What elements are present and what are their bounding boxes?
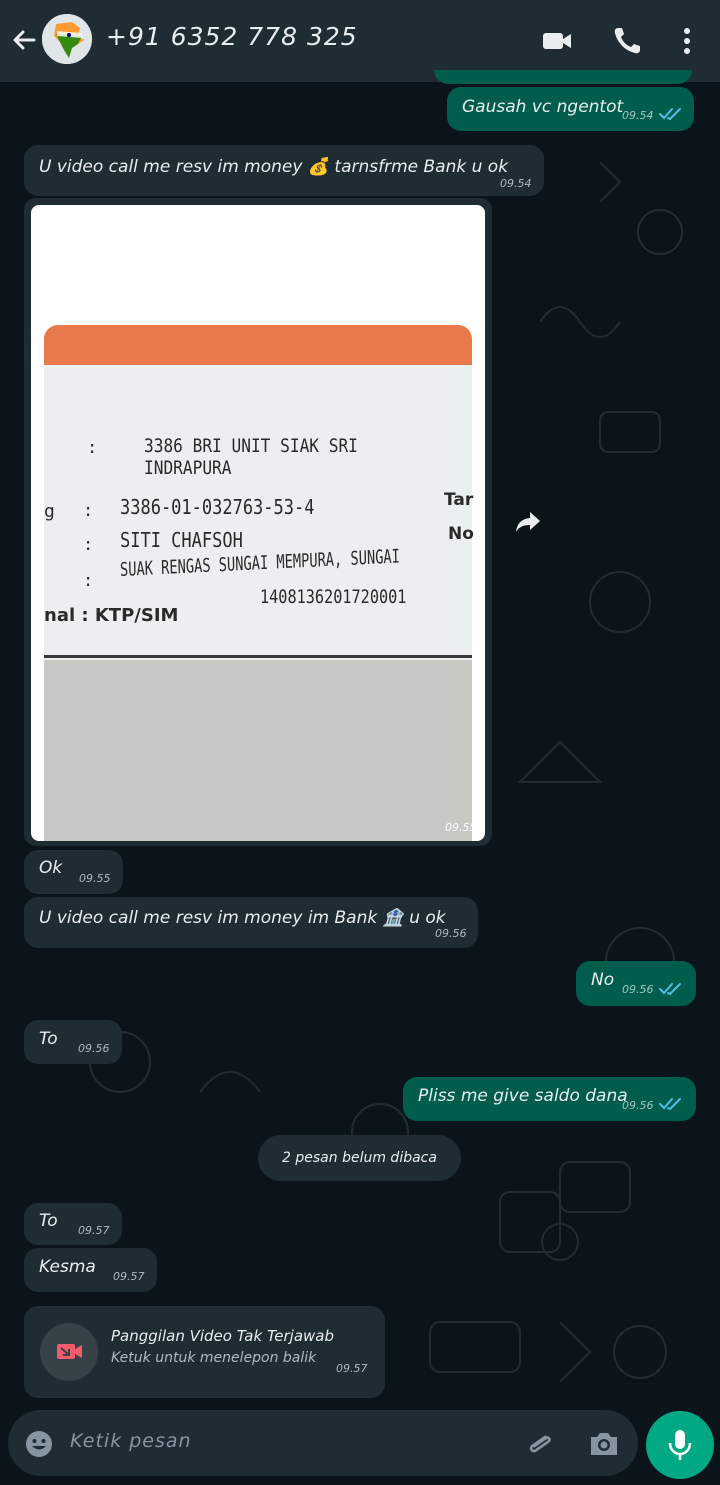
read-ticks-icon [659,108,681,121]
message-time: 09.54 [500,177,532,190]
message-bubble-incoming[interactable]: U video call me resv im money im Bank 🏦 … [24,897,478,948]
message-bubble-incoming[interactable]: To 09.57 [24,1203,122,1245]
photo-label-left: g [44,501,55,522]
photo-text-line2: 3386-01-032763-53-4 [120,495,315,519]
message-time: 09.56 [622,983,654,996]
missed-call-subtitle: Ketuk untuk menelepon balik [111,1350,317,1366]
message-bubble-partial [434,70,692,84]
photo-colon: : [83,501,94,521]
mic-button[interactable] [646,1411,714,1479]
photo-text-line5: 1408136201720001 [260,586,407,608]
photo-colon: : [83,535,94,555]
photo-label-ktp: nal : KTP/SIM [44,605,179,626]
video-call-icon[interactable] [540,24,574,58]
message-text: To [39,1211,58,1231]
avatar[interactable] [42,14,92,64]
message-text: Gausah vc ngentot [462,97,624,117]
india-map-avatar-image [42,14,92,64]
message-text: Pliss me give saldo dana [418,1086,628,1106]
attach-icon[interactable] [524,1428,556,1460]
message-bubble-outgoing[interactable]: Gausah vc ngentot 09.54 [447,87,694,131]
contact-name[interactable]: +91 6352 778 325 [106,22,358,51]
message-text: U video call me resv im money 💰 tarnsfrm… [39,157,509,177]
message-time: 09.56 [435,927,467,940]
message-text: U video call me resv im money im Bank 🏦 … [39,908,446,928]
missed-video-call-bubble[interactable]: Panggilan Video Tak Terjawab Ketuk untuk… [24,1306,385,1398]
bank-book-photo[interactable]: : 3386 BRI UNIT SIAK SRI INDRAPURA g : 3… [31,205,485,841]
mic-icon [668,1430,692,1460]
message-text: Kesma [39,1257,96,1277]
message-bubble-incoming[interactable]: U video call me resv im money 💰 tarnsfrm… [24,145,544,196]
message-time: 09.57 [113,1270,145,1283]
message-bubble-outgoing[interactable]: Pliss me give saldo dana 09.56 [403,1077,696,1121]
voice-call-icon[interactable] [610,24,644,58]
message-bubble-incoming[interactable]: To 09.56 [24,1020,122,1064]
read-ticks-icon [659,983,681,996]
forward-icon[interactable] [506,500,550,544]
message-text: To [39,1029,58,1049]
photo-colon: : [87,438,98,458]
emoji-icon[interactable] [24,1429,54,1459]
photo-text-line1: 3386 BRI UNIT SIAK SRI INDRAPURA [144,435,358,479]
camera-icon[interactable] [588,1429,620,1459]
read-ticks-icon [659,1098,681,1111]
message-time: 09.55 [79,872,111,885]
photo-label-right: No [448,524,474,544]
message-time: 09.56 [78,1042,110,1055]
message-bubble-incoming[interactable]: Ok 09.55 [24,850,123,894]
back-arrow-icon[interactable] [8,24,40,56]
message-bubble-incoming[interactable]: Kesma 09.57 [24,1248,157,1292]
photo-label-right: Tar [444,490,474,510]
message-time: 09.57 [336,1362,368,1375]
more-options-icon[interactable] [670,24,704,58]
message-input-bar[interactable]: Ketik pesan [8,1410,638,1476]
image-time: 09.55 [445,821,477,834]
message-time: 09.54 [622,109,654,122]
message-time: 09.56 [622,1099,654,1112]
photo-text-line3: SITI CHAFSOH [120,528,243,552]
missed-call-title: Panggilan Video Tak Terjawab [111,1327,334,1345]
message-text: No [591,970,615,990]
photo-colon: : [83,571,94,591]
message-text: Ok [39,858,63,878]
message-time: 09.57 [78,1224,110,1237]
message-bubble-outgoing[interactable]: No 09.56 [576,961,696,1006]
unread-messages-banner: 2 pesan belum dibaca [258,1135,461,1181]
missed-video-call-icon [40,1323,98,1381]
message-input[interactable]: Ketik pesan [70,1430,192,1452]
